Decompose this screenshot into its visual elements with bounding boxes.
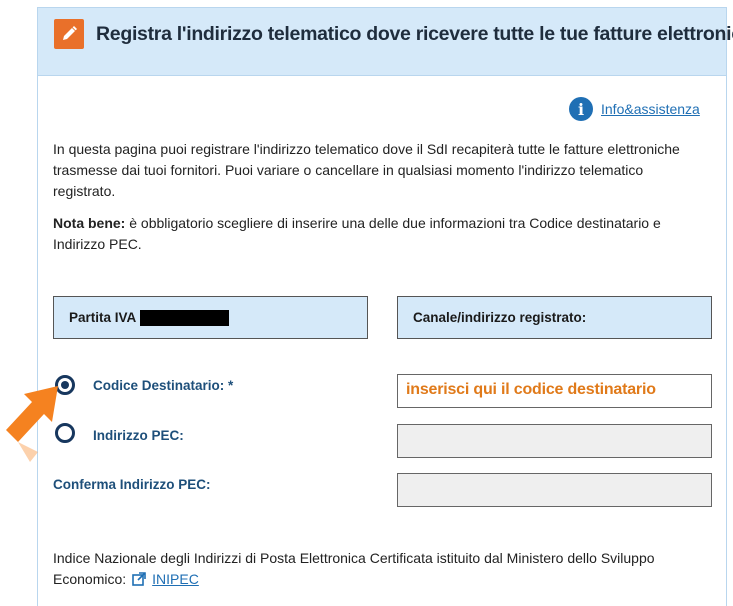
info-assistenza-label: Info&assistenza — [601, 101, 700, 117]
canale-registrato-label: Canale/indirizzo registrato: — [413, 310, 587, 325]
partita-iva-label: Partita IVA — [69, 310, 137, 325]
conferma-pec-label: Conferma Indirizzo PEC: — [53, 477, 211, 492]
partita-iva-box: Partita IVA — [53, 296, 368, 339]
intro-text: In questa pagina puoi registrare l'indir… — [53, 141, 680, 199]
info-assistenza-link[interactable]: i Info&assistenza — [569, 97, 700, 121]
card-header: Registra l'indirizzo telematico dove ric… — [38, 8, 733, 76]
inipec-text: Indice Nazionale degli Indirizzi di Post… — [53, 548, 693, 592]
inipec-link[interactable]: INIPEC — [152, 571, 199, 587]
info-icon: i — [569, 97, 593, 121]
arrow-pointer-icon — [6, 386, 58, 462]
codice-destinatario-label: Codice Destinatario: * — [93, 378, 234, 393]
note-label: Nota bene: — [53, 215, 126, 231]
page-title: Registra l'indirizzo telematico dove ric… — [96, 23, 733, 45]
external-link-icon — [132, 571, 146, 592]
pencil-icon — [54, 19, 84, 49]
registration-card: Registra l'indirizzo telematico dove ric… — [37, 7, 733, 606]
note-body: è obbligatorio scegliere di inserire una… — [53, 215, 661, 252]
codice-destinatario-value: inserisci qui il codice destinatario — [406, 381, 656, 398]
conferma-pec-input[interactable] — [397, 473, 712, 507]
canale-registrato-box: Canale/indirizzo registrato: — [397, 296, 712, 339]
indirizzo-pec-input[interactable] — [397, 424, 712, 458]
codice-destinatario-input[interactable]: inserisci qui il codice destinatario — [397, 374, 712, 408]
indirizzo-pec-label: Indirizzo PEC: — [93, 428, 184, 443]
redacted-vat-number — [140, 309, 230, 326]
note-text: Nota bene: è obbligatorio scegliere di i… — [53, 213, 693, 255]
